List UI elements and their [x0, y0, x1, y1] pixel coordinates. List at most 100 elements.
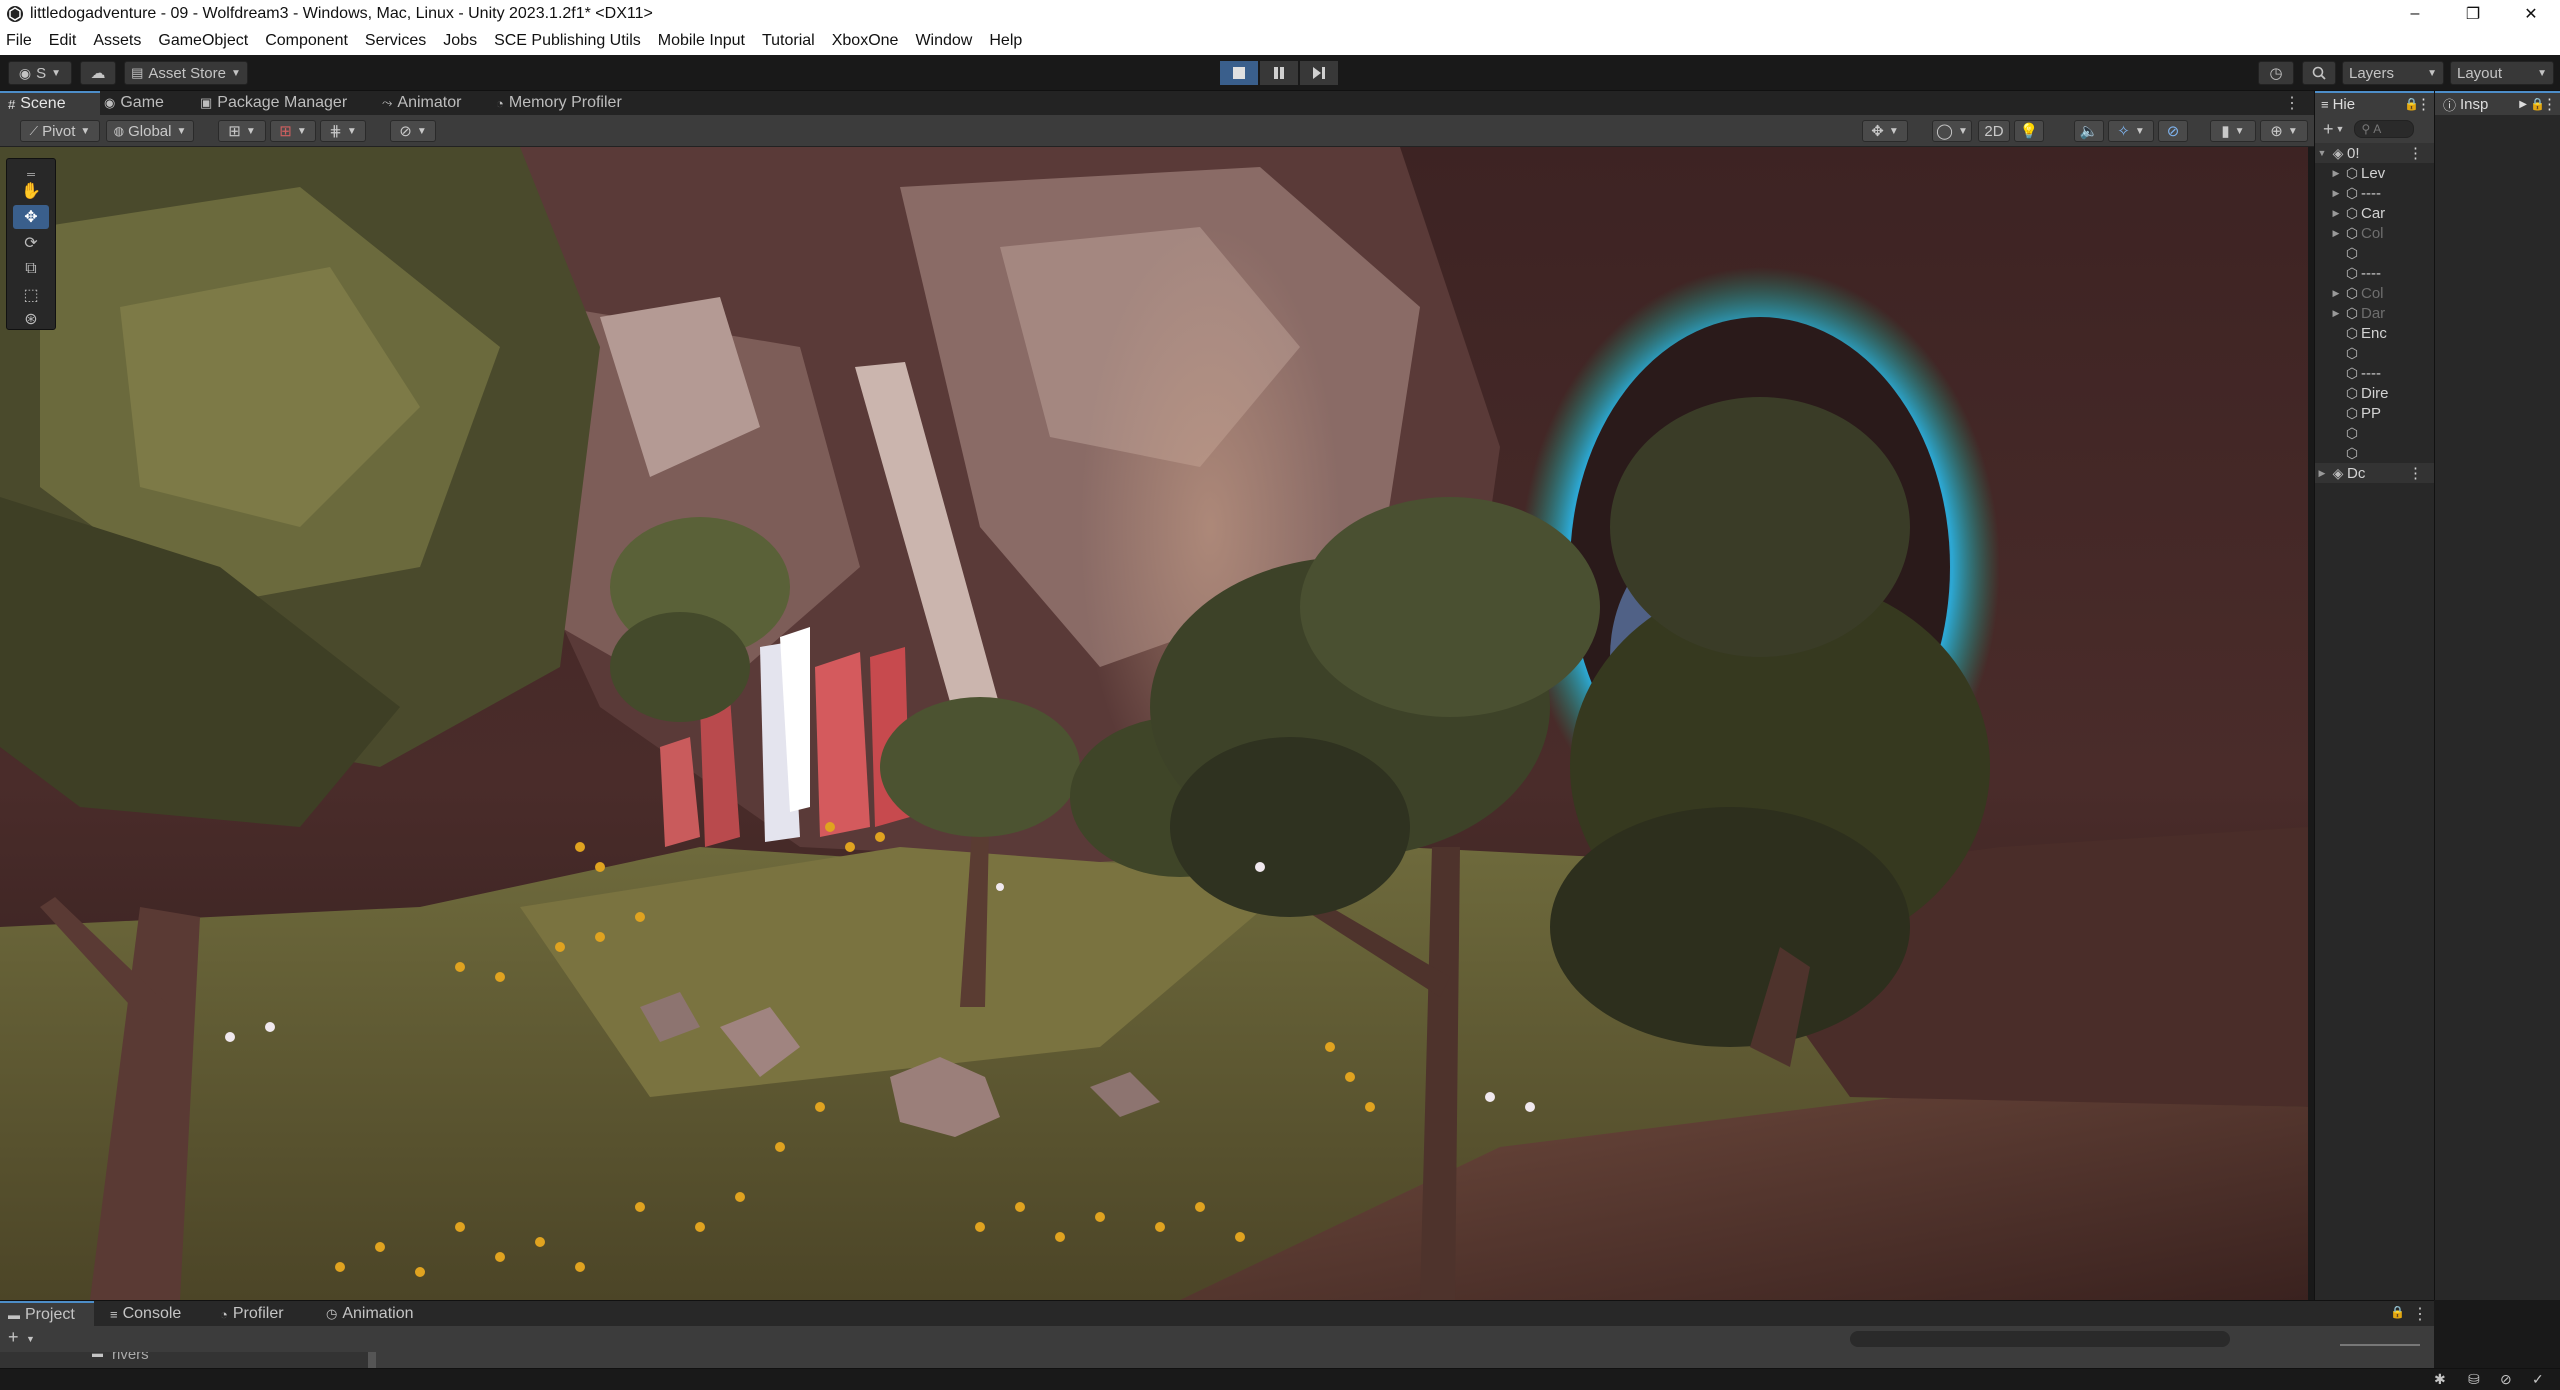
expand-arrow-icon[interactable]: ▶ [2329, 208, 2343, 219]
kebab-menu-icon[interactable]: ⋮ [2408, 464, 2423, 482]
transform-tool-button[interactable]: ⊛ [13, 307, 49, 331]
hierarchy-row[interactable]: ⬡ [2315, 343, 2435, 363]
menu-services[interactable]: Services [365, 32, 426, 50]
kebab-menu-icon[interactable]: ⋮ [2412, 1304, 2428, 1324]
create-asset-button[interactable]: + [8, 1327, 19, 1348]
hierarchy-row[interactable]: ▶ ⬡ Col [2315, 283, 2435, 303]
tab-menu-button[interactable]: ⋮ [2282, 91, 2302, 115]
expand-arrow-icon[interactable]: ▶ [2329, 188, 2343, 199]
view-tool-dropdown[interactable]: ✥ ▼ [1862, 120, 1908, 142]
menu-gameobject[interactable]: GameObject [158, 32, 248, 50]
menu-sce-publishing-utils[interactable]: SCE Publishing Utils [494, 32, 641, 50]
expand-arrow-icon[interactable]: ▶ [2329, 288, 2343, 299]
tab-inspector[interactable]: ⓘ Insp ▶ 🔒 ⋮ [2435, 91, 2560, 115]
gizmos-dropdown[interactable]: ⊕ ▼ [2260, 120, 2308, 142]
tab-project[interactable]: ▬ Project [0, 1301, 94, 1327]
project-search-input[interactable] [1850, 1331, 2230, 1347]
menu-file[interactable]: File [6, 32, 32, 50]
lighting-toggle-button[interactable]: 💡 [2014, 120, 2044, 142]
rect-tool-button[interactable]: ⬚ [13, 283, 49, 307]
hierarchy-row[interactable]: ⬡ ---- [2315, 263, 2435, 283]
tab-scene[interactable]: # Scene [0, 91, 100, 115]
cloud-button[interactable]: ☁ [80, 61, 116, 85]
chevron-right-icon[interactable]: ▶ [2519, 99, 2527, 110]
hierarchy-row[interactable]: ⬡ PP [2315, 403, 2435, 423]
close-button[interactable]: ✕ [2502, 0, 2560, 27]
expand-arrow-icon[interactable]: ▶ [2329, 228, 2343, 239]
expand-arrow-icon[interactable]: ▼ [2315, 148, 2329, 158]
checkmark-icon[interactable]: ✓ [2532, 1371, 2544, 1388]
audio-toggle-button[interactable]: 🔈 [2074, 120, 2104, 142]
minimize-button[interactable]: – [2386, 0, 2444, 27]
hierarchy-row[interactable]: ⬡ [2315, 443, 2435, 463]
tab-package-manager[interactable]: ▣ Package Manager [200, 91, 380, 115]
hierarchy-row[interactable]: ▶ ⬡ Col [2315, 223, 2435, 243]
menu-edit[interactable]: Edit [49, 32, 77, 50]
2d-toggle-button[interactable]: 2D [1978, 120, 2010, 142]
debug-icon[interactable]: ✱ [2434, 1371, 2446, 1388]
hierarchy-row[interactable]: ⬡ [2315, 423, 2435, 443]
hand-tool-button[interactable]: ✋ [13, 179, 49, 203]
menu-window[interactable]: Window [915, 32, 972, 50]
hierarchy-scene-row[interactable]: ▼ ◈ 0! ⋮ [2315, 143, 2435, 163]
menu-help[interactable]: Help [989, 32, 1022, 50]
project-splitter[interactable] [368, 1352, 376, 1368]
menu-component[interactable]: Component [265, 32, 348, 50]
hierarchy-dontdestroy-row[interactable]: ▶ ◈ Dc ⋮ [2315, 463, 2435, 483]
step-button[interactable] [1300, 61, 1338, 85]
play-button[interactable] [1220, 61, 1258, 85]
pause-button[interactable] [1260, 61, 1298, 85]
grid-snap-dropdown[interactable]: ⊞ ▼ [270, 120, 316, 142]
hierarchy-row[interactable]: ▶ ⬡ Car [2315, 203, 2435, 223]
kebab-menu-icon[interactable]: ⋮ [2542, 95, 2557, 113]
effects-dropdown[interactable]: ✧ ▼ [2108, 120, 2154, 142]
layout-dropdown[interactable]: Layout ▼ [2450, 61, 2554, 85]
expand-arrow-icon[interactable]: ▶ [2315, 468, 2329, 479]
kebab-menu-icon[interactable]: ⋮ [2416, 95, 2431, 113]
project-folder-partial[interactable]: rivers [112, 1352, 149, 1363]
hierarchy-row[interactable]: ⬡ ---- [2315, 363, 2435, 383]
maximize-button[interactable]: ❐ [2444, 0, 2502, 27]
search-button[interactable] [2302, 61, 2336, 85]
network-icon[interactable]: ⊘ [2500, 1371, 2512, 1388]
menu-tutorial[interactable]: Tutorial [762, 32, 815, 50]
cache-server-icon[interactable]: ⛁ [2468, 1371, 2480, 1388]
camera-settings-dropdown[interactable]: ▮ ▼ [2210, 120, 2256, 142]
hierarchy-search-input[interactable]: ⚲ A [2354, 120, 2415, 138]
layers-dropdown[interactable]: Layers ▼ [2342, 61, 2444, 85]
tab-memory-profiler[interactable]: ◔ Memory Profiler [496, 91, 696, 115]
menu-mobile-input[interactable]: Mobile Input [658, 32, 745, 50]
draw-mode-dropdown[interactable]: ◯ ▼ [1932, 120, 1972, 142]
hierarchy-row[interactable]: ⬡ Enc [2315, 323, 2435, 343]
hierarchy-row[interactable]: ▶ ⬡ Lev [2315, 163, 2435, 183]
undo-history-button[interactable]: ◷ [2258, 61, 2294, 85]
asset-store-dropdown[interactable]: ▤ Asset Store ▼ [124, 61, 248, 85]
increment-snap-dropdown[interactable]: ⋕ ▼ [320, 120, 366, 142]
hierarchy-row[interactable]: ▶ ⬡ Dar [2315, 303, 2435, 323]
global-dropdown[interactable]: ◍ Global ▼ [106, 120, 194, 142]
scale-tool-button[interactable]: ⧉ [13, 257, 49, 281]
scene-viewport[interactable] [0, 147, 2308, 1300]
hierarchy-row[interactable]: ▶ ⬡ ---- [2315, 183, 2435, 203]
hierarchy-row[interactable]: ⬡ Dire [2315, 383, 2435, 403]
tab-hierarchy[interactable]: ≡ Hie 🔒 ⋮ [2315, 91, 2435, 115]
lock-icon[interactable]: 🔒 [2390, 1305, 2405, 1319]
tab-game[interactable]: ◉ Game [104, 91, 194, 115]
menu-assets[interactable]: Assets [93, 32, 141, 50]
kebab-menu-icon[interactable]: ⋮ [2408, 144, 2423, 162]
zoom-slider[interactable] [2340, 1344, 2420, 1346]
expand-arrow-icon[interactable]: ▶ [2329, 308, 2343, 319]
tab-animator[interactable]: ⤳ Animator [382, 91, 492, 115]
tool-settings-dropdown[interactable]: ⊘ ▼ [390, 120, 436, 142]
rotate-tool-button[interactable]: ⟳ [13, 231, 49, 255]
tab-console[interactable]: ≡ Console [110, 1301, 210, 1327]
hierarchy-row[interactable]: ⬡ [2315, 243, 2435, 263]
expand-arrow-icon[interactable]: ▶ [2329, 168, 2343, 179]
grid-visibility-dropdown[interactable]: ⊞ ▼ [218, 120, 266, 142]
move-tool-button[interactable]: ✥ [13, 205, 49, 229]
tab-animation[interactable]: ◷ Animation [326, 1301, 436, 1327]
pivot-dropdown[interactable]: ⟋ Pivot ▼ [20, 120, 100, 142]
menu-jobs[interactable]: Jobs [443, 32, 477, 50]
scene-visibility-toggle[interactable]: ⊘ [2158, 120, 2188, 142]
menu-xboxone[interactable]: XboxOne [832, 32, 899, 50]
